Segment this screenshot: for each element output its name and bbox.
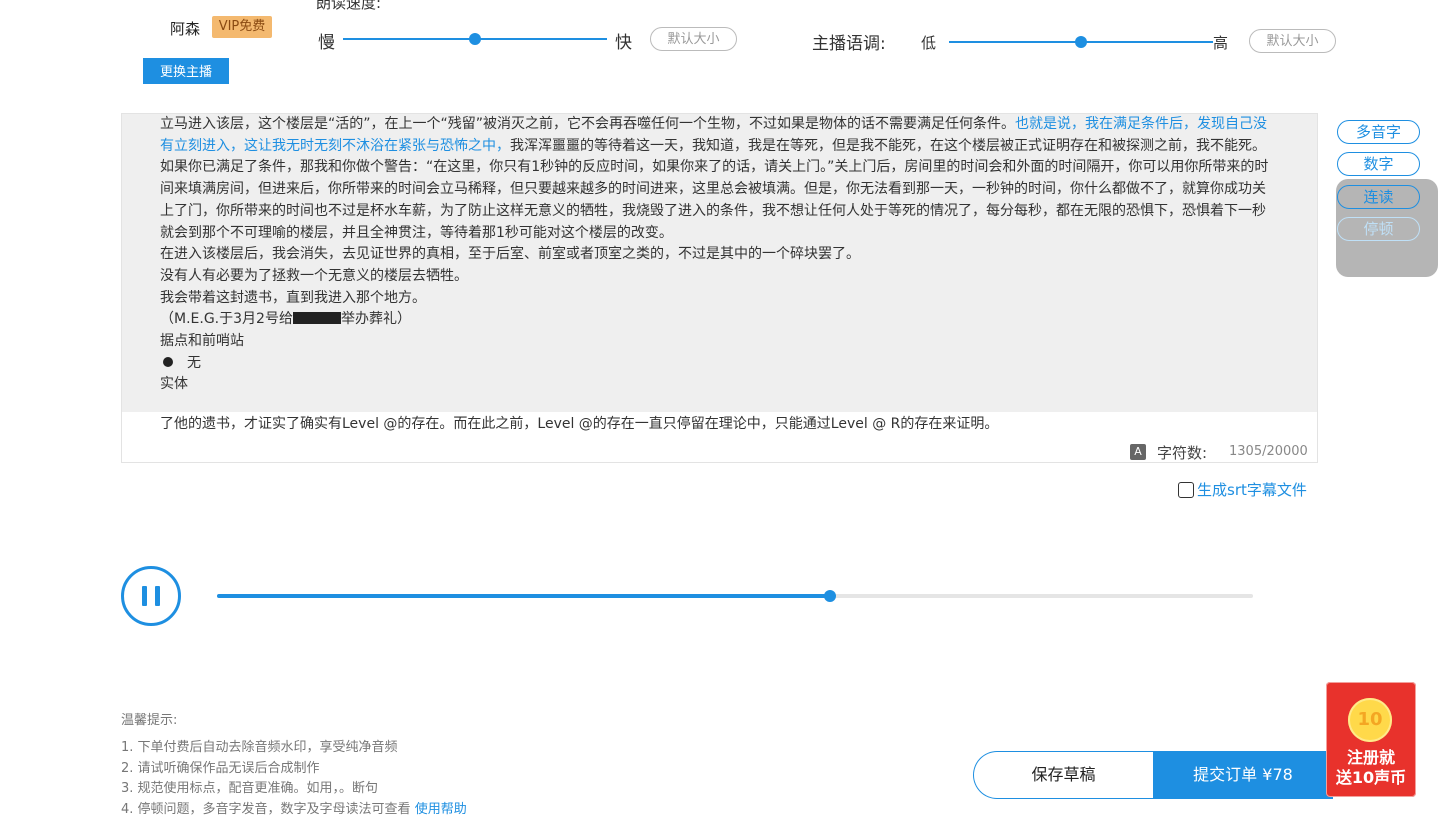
tone-high-label: 高 bbox=[1213, 32, 1228, 53]
paragraph-under: 了他的遗书，才证实了确实有Level @的存在。而在此之前，Level @的存在… bbox=[160, 413, 998, 433]
paragraph-1-part-b: 我浑浑噩噩的等待着这一天，我知道，我是在等死，但是我不能死，在这个楼层被正式证明… bbox=[510, 138, 1266, 154]
pause-button[interactable] bbox=[121, 566, 181, 626]
tone-title: 主播语调: bbox=[812, 29, 886, 54]
paragraph-6-part-a: （M.E.G.于3月2号给 bbox=[160, 311, 293, 327]
srt-label[interactable]: 生成srt字幕文件 bbox=[1197, 479, 1307, 500]
help-link[interactable]: 使用帮助 bbox=[415, 802, 467, 817]
audio-progress-fill bbox=[217, 594, 830, 598]
vip-badge: VIP免费 bbox=[212, 16, 272, 38]
coin-icon: 10 bbox=[1348, 698, 1392, 742]
speed-reset-button[interactable]: 默认大小 bbox=[650, 27, 737, 51]
tip-item-4-text: 4. 停顿问题，多音字发音，数字及字母读法可查看 bbox=[121, 802, 411, 817]
speed-slow-label: 慢 bbox=[318, 28, 335, 53]
font-icon: A bbox=[1130, 444, 1146, 460]
srt-checkbox[interactable] bbox=[1178, 482, 1194, 498]
speed-slider-knob[interactable] bbox=[469, 33, 481, 45]
speed-fast-label: 快 bbox=[615, 28, 632, 53]
paragraph-6: （M.E.G.于3月2号给 举办葬礼） bbox=[160, 309, 1272, 331]
redaction-block bbox=[293, 312, 341, 324]
promo-line-1: 注册就 bbox=[1326, 748, 1416, 768]
paragraph-8-text: 无 bbox=[187, 355, 201, 371]
continuous-read-button[interactable]: 连读 bbox=[1337, 185, 1420, 209]
audio-progress-knob[interactable] bbox=[824, 590, 836, 602]
speed-title: 朗读速度: bbox=[316, 0, 381, 13]
bullet-icon bbox=[163, 357, 173, 367]
tone-low-label: 低 bbox=[921, 32, 936, 53]
promo-text: 注册就 送10声币 bbox=[1326, 748, 1416, 788]
tips-title: 温馨提示: bbox=[121, 709, 177, 728]
tone-slider-knob[interactable] bbox=[1075, 36, 1087, 48]
paragraph-6-part-b: 举办葬礼） bbox=[341, 311, 411, 327]
tip-item: 1. 下单付费后自动去除音频水印，享受纯净音频 bbox=[121, 738, 467, 759]
char-count-label: 字符数: bbox=[1157, 442, 1207, 463]
tips-list: 1. 下单付费后自动去除音频水印，享受纯净音频 2. 请试听确保作品无误后合成制… bbox=[121, 738, 467, 820]
voice-name: 阿森 bbox=[170, 18, 200, 39]
change-voice-button[interactable]: 更换主播 bbox=[143, 58, 229, 84]
paragraph-8: 无 bbox=[160, 353, 1272, 375]
tip-item: 3. 规范使用标点，配音更准确。如用，。断句 bbox=[121, 779, 467, 800]
paragraph-5: 我会带着这封遗书，直到我进入那个地方。 bbox=[160, 288, 1272, 310]
submit-order-button[interactable]: 提交订单 ¥78 bbox=[1153, 751, 1333, 799]
paragraph-4: 没有人有必要为了拯救一个无意义的楼层去牺牲。 bbox=[160, 266, 1272, 288]
char-count-value: 1305/20000 bbox=[1229, 444, 1308, 459]
paragraph-7: 据点和前哨站 bbox=[160, 331, 1272, 353]
pause-icon-bar-left bbox=[142, 586, 147, 606]
save-draft-button[interactable]: 保存草稿 bbox=[973, 751, 1153, 799]
number-button[interactable]: 数字 bbox=[1337, 152, 1420, 176]
paragraph-3: 在进入该楼层后，我会消失，去见证世界的真相，至于后室、前室或者顶室之类的，不过是… bbox=[160, 244, 1272, 266]
paragraph-1: 立马进入该层，这个楼层是“活的”，在上一个“残留”被消灭之前，它不会再吞噬任何一… bbox=[160, 114, 1272, 157]
tone-reset-button[interactable]: 默认大小 bbox=[1249, 29, 1336, 53]
paragraph-1-part-a: 立马进入该层，这个楼层是“活的”，在上一个“残留”被消灭之前，它不会再吞噬任何一… bbox=[160, 116, 1015, 132]
promo-line-2: 送10声币 bbox=[1326, 768, 1416, 788]
paragraph-9: 实体 bbox=[160, 374, 1272, 396]
pause-insert-button[interactable]: 停顿 bbox=[1337, 217, 1420, 241]
pause-icon-bar-right bbox=[155, 586, 160, 606]
polyphone-button[interactable]: 多音字 bbox=[1337, 120, 1420, 144]
paragraph-2: 如果你已满足了条件，那我和你做个警告：“在这里，你只有1秒钟的反应时间，如果你来… bbox=[160, 157, 1272, 244]
tip-item: 2. 请试听确保作品无误后合成制作 bbox=[121, 759, 467, 780]
article-text[interactable]: 立马进入该层，这个楼层是“活的”，在上一个“残留”被消灭之前，它不会再吞噬任何一… bbox=[160, 114, 1272, 396]
